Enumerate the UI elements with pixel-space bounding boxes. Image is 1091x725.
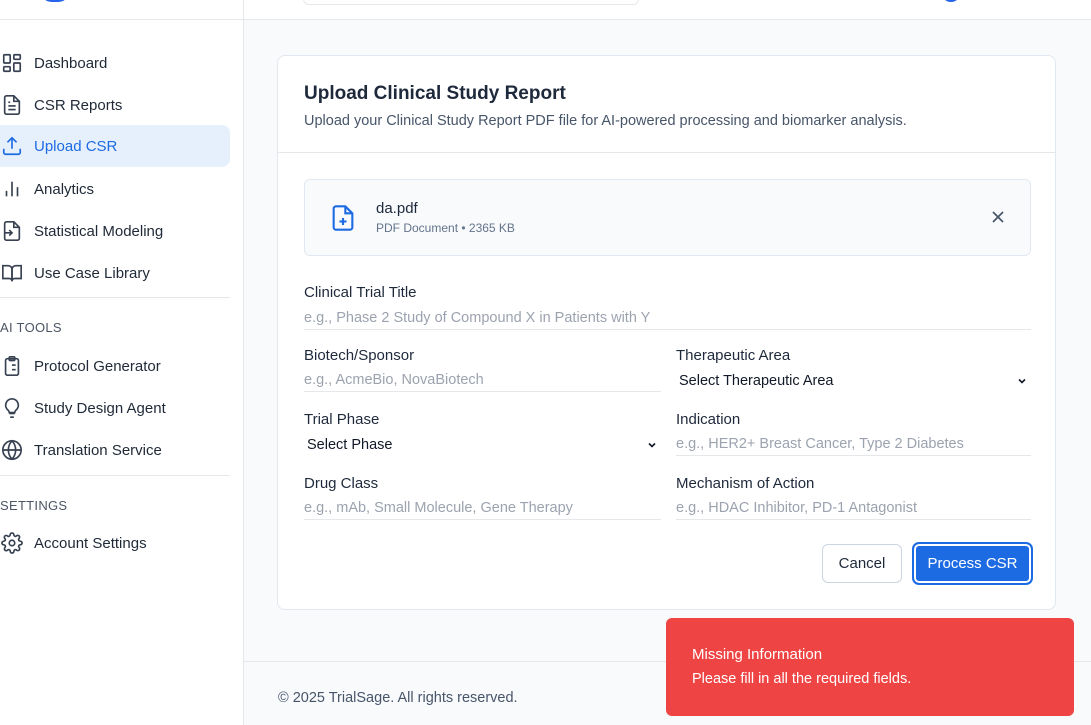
dashboard-grid-icon (0, 51, 24, 75)
avatar[interactable] (941, 0, 961, 2)
chevron-down-icon (1016, 375, 1028, 387)
bar-chart-icon (0, 177, 24, 201)
trial-title-label: Clinical Trial Title (304, 284, 417, 301)
sidebar-item-label: Study Design Agent (34, 399, 166, 417)
sidebar-item-study-design-agent[interactable]: Study Design Agent (0, 387, 230, 429)
mechanism-input[interactable] (676, 496, 1031, 520)
upload-card: Upload Clinical Study Report Upload your… (277, 55, 1056, 610)
sidebar-item-label: Protocol Generator (34, 357, 161, 375)
sidebar-item-label: Analytics (34, 180, 95, 198)
sidebar-divider (0, 297, 230, 298)
book-open-icon (0, 261, 24, 285)
file-name: da.pdf (376, 200, 418, 217)
trial-phase-value: Select Phase (307, 437, 393, 453)
sidebar-item-use-case-library[interactable]: Use Case Library (0, 252, 230, 294)
selected-file: da.pdf PDF Document • 2365 KB (304, 179, 1031, 256)
sidebar-item-label: Statistical Modeling (34, 222, 164, 240)
sidebar-item-protocol-generator[interactable]: Protocol Generator (0, 345, 230, 387)
sidebar-item-label: Account Settings (34, 534, 147, 552)
sidebar-item-account-settings[interactable]: Account Settings (0, 522, 230, 564)
close-icon[interactable] (988, 207, 1008, 227)
drug-class-input[interactable] (304, 496, 661, 520)
file-export-icon (0, 219, 24, 243)
upload-icon (0, 134, 24, 158)
sidebar-item-label: Upload CSR (34, 137, 118, 155)
search-input[interactable] (303, 0, 639, 5)
sidebar-item-csr-reports[interactable]: CSR Reports (0, 84, 230, 126)
sidebar-item-translation-service[interactable]: Translation Service (0, 429, 230, 471)
logo[interactable] (40, 0, 70, 2)
sidebar-item-upload-csr[interactable]: Upload CSR (0, 125, 230, 167)
document-icon (0, 93, 24, 117)
lightbulb-icon (0, 396, 24, 420)
therapeutic-area-label: Therapeutic Area (676, 347, 791, 364)
page-subtitle: Upload your Clinical Study Report PDF fi… (304, 113, 907, 129)
sponsor-label: Biotech/Sponsor (304, 347, 415, 364)
sidebar-divider (0, 475, 230, 476)
gear-icon (0, 531, 24, 555)
clipboard-list-icon (0, 354, 24, 378)
file-meta: PDF Document • 2365 KB (376, 221, 515, 235)
chevron-down-icon (646, 439, 658, 451)
error-toast[interactable]: Missing Information Please fill in all t… (666, 618, 1074, 716)
process-csr-button[interactable]: Process CSR (912, 542, 1033, 585)
mechanism-label: Mechanism of Action (676, 475, 815, 492)
sidebar-header (0, 0, 244, 20)
sidebar-item-analytics[interactable]: Analytics (0, 168, 230, 210)
therapeutic-area-select[interactable]: Select Therapeutic Area (676, 369, 1031, 393)
card-header: Upload Clinical Study Report Upload your… (278, 56, 1055, 153)
sidebar: Dashboard CSR Reports Upload CSR Analyti… (0, 0, 244, 725)
sidebar-item-label: CSR Reports (34, 96, 123, 114)
cancel-button[interactable]: Cancel (822, 544, 902, 583)
trial-phase-select[interactable]: Select Phase (304, 433, 661, 457)
page-title: Upload Clinical Study Report (304, 83, 566, 104)
indication-label: Indication (676, 411, 741, 428)
toast-title: Missing Information (692, 646, 823, 663)
file-plus-icon (329, 203, 357, 233)
trial-title-input[interactable] (304, 306, 1031, 330)
top-header (244, 0, 1091, 20)
section-title-ai-tools: AI TOOLS (0, 320, 62, 335)
toast-message: Please fill in all the required fields. (692, 671, 912, 687)
section-title-settings: SETTINGS (0, 498, 68, 513)
sidebar-item-statistical-modeling[interactable]: Statistical Modeling (0, 210, 230, 252)
sponsor-input[interactable] (304, 368, 661, 392)
indication-input[interactable] (676, 432, 1031, 456)
trial-phase-label: Trial Phase (304, 411, 380, 428)
sidebar-item-label: Dashboard (34, 54, 108, 72)
therapeutic-area-value: Select Therapeutic Area (679, 373, 834, 389)
drug-class-label: Drug Class (304, 475, 379, 492)
footer-copyright: © 2025 TrialSage. All rights reserved. (278, 690, 518, 706)
sidebar-item-label: Translation Service (34, 441, 162, 459)
sidebar-item-label: Use Case Library (34, 264, 150, 282)
sidebar-item-dashboard[interactable]: Dashboard (0, 42, 230, 84)
globe-icon (0, 438, 24, 462)
